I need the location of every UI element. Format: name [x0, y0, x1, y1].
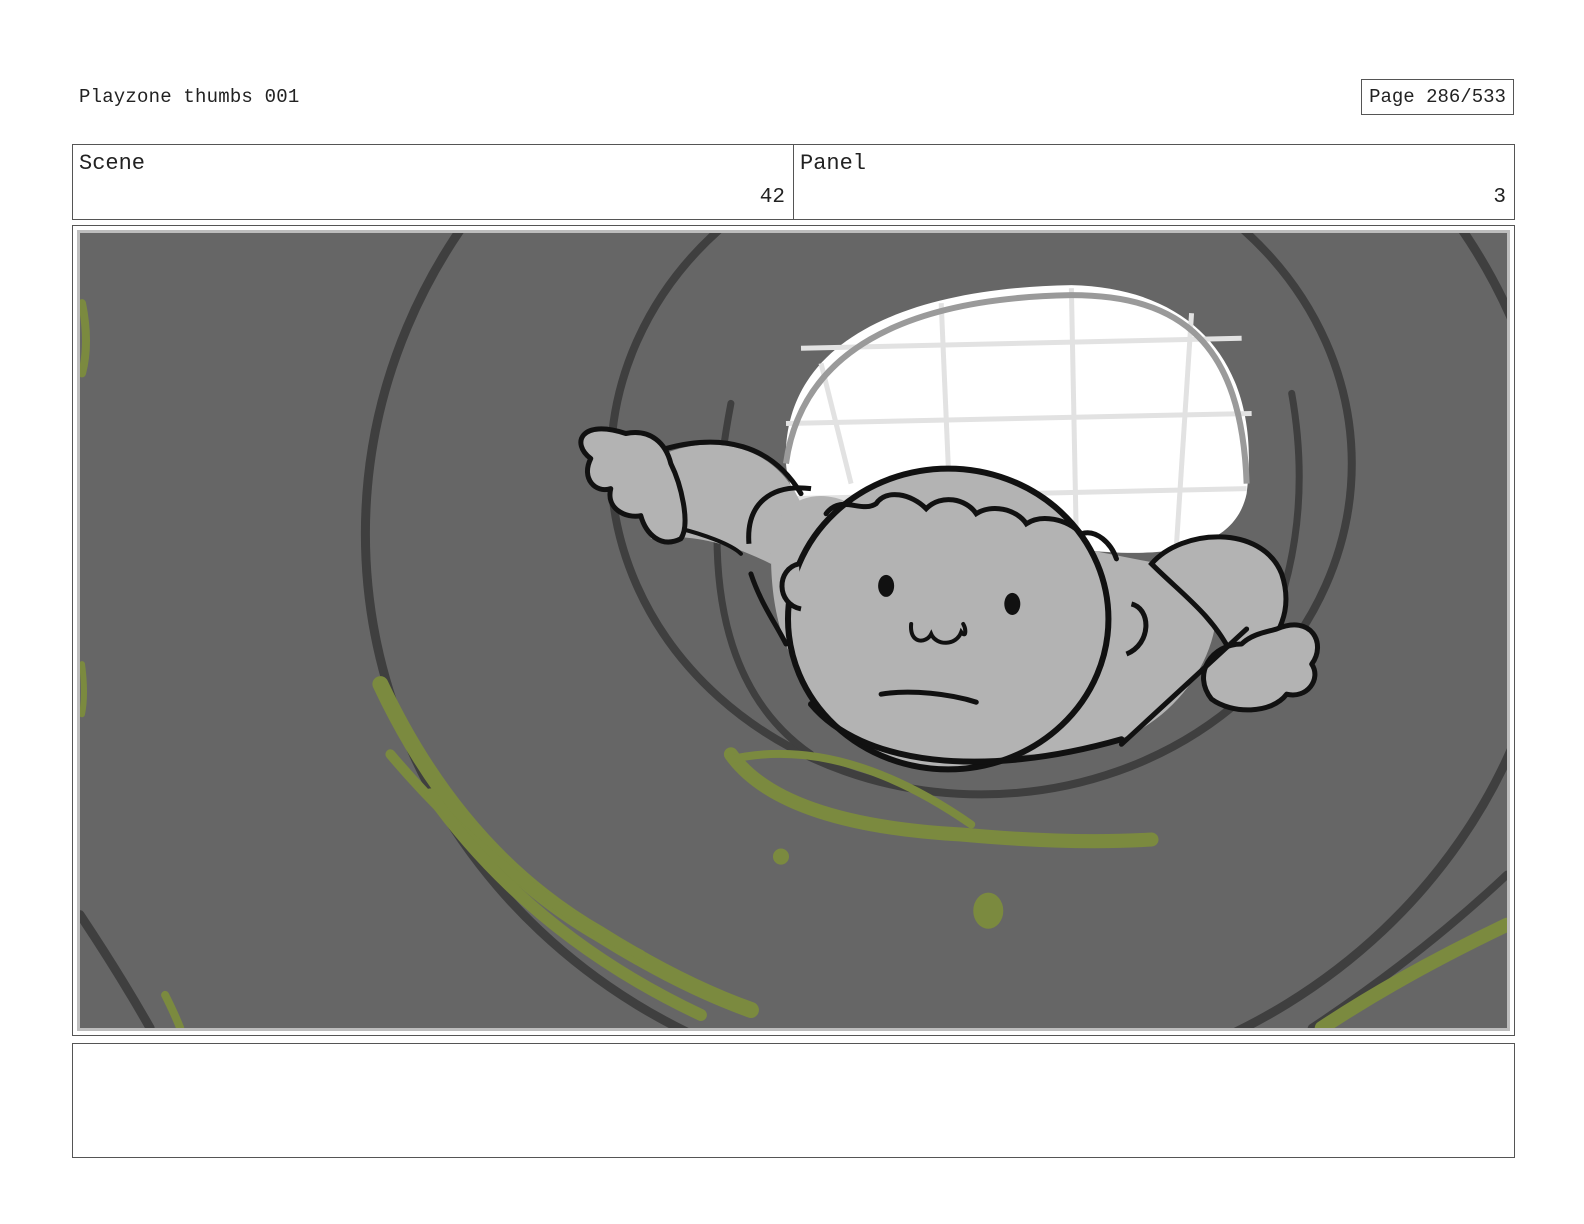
scene-number: 42	[759, 186, 785, 209]
panel-notes-box[interactable]	[72, 1043, 1515, 1158]
document-title: Playzone thumbs 001	[79, 86, 300, 108]
panel-cell: Panel 3	[793, 145, 1514, 219]
panel-label: Panel	[800, 151, 867, 176]
storyboard-frame	[72, 225, 1515, 1036]
scene-panel-header: Scene 42 Panel 3	[72, 144, 1515, 220]
storyboard-sketch	[80, 233, 1507, 1028]
scene-label: Scene	[79, 151, 146, 176]
panel-number: 3	[1493, 186, 1506, 209]
page-indicator: Page 286/533	[1361, 79, 1514, 115]
storyboard-panel-image	[77, 230, 1510, 1031]
character-eye-left	[878, 574, 895, 597]
scene-cell: Scene 42	[73, 145, 793, 219]
character-eye-right	[1004, 592, 1021, 615]
